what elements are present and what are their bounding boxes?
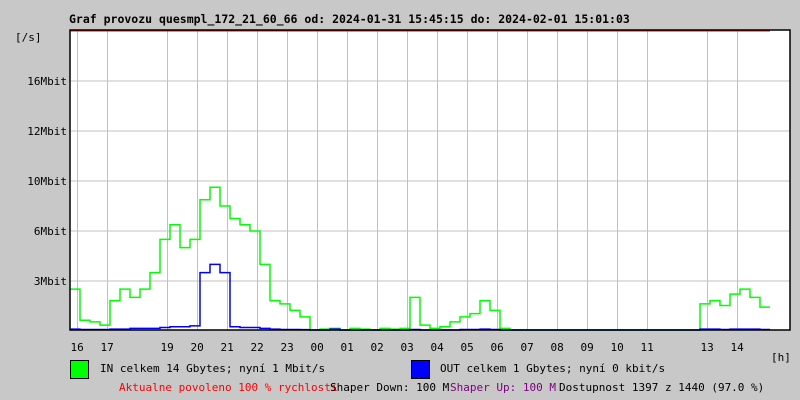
x-tick-label: 10 (610, 341, 624, 354)
plot-area (70, 30, 790, 330)
x-tick-label: 01 (340, 341, 354, 354)
legend-swatch-out (411, 360, 430, 379)
allowed-speed: Aktualne povoleno 100 % rychlosti (119, 381, 338, 394)
x-tick-label: 20 (190, 341, 204, 354)
x-tick-label: 19 (160, 341, 174, 354)
x-tick-label: 03 (400, 341, 414, 354)
x-tick-label: 04 (430, 341, 444, 354)
shaper-down: Shaper Down: 100 M (330, 381, 450, 394)
x-tick-label: 16 (70, 341, 84, 354)
x-tick-label: 23 (280, 341, 294, 354)
y-tick-label: 16Mbit (27, 75, 67, 88)
x-tick-label: 21 (220, 341, 234, 354)
x-tick-label: 02 (370, 341, 384, 354)
legend-swatch-in (70, 360, 89, 379)
x-tick-label: 08 (550, 341, 564, 354)
x-tick-label: 22 (250, 341, 264, 354)
legend-out: OUT celkem 1 Gbytes; nyní 0 kbit/s (440, 362, 666, 375)
traffic-chart (69, 29, 791, 331)
y-tick-label: 6Mbit (33, 225, 67, 238)
x-tick-label: 17 (100, 341, 114, 354)
y-tick-label: 10Mbit (27, 175, 67, 188)
x-tick-label: 14 (730, 341, 744, 354)
x-tick-label: 06 (490, 341, 504, 354)
availability: Dostupnost 1397 z 1440 (97.0 %) (559, 381, 765, 394)
legend-in: IN celkem 14 Gbytes; nyní 1 Mbit/s (100, 362, 326, 375)
x-tick-label: 11 (640, 341, 654, 354)
x-tick-label: 13 (700, 341, 714, 354)
x-tick-label: 05 (460, 341, 474, 354)
y-tick-label: 3Mbit (33, 275, 67, 288)
x-tick-label: 09 (580, 341, 594, 354)
y-tick-label: 12Mbit (27, 125, 67, 138)
shaper-up: Shaper Up: 100 M (450, 381, 556, 394)
x-tick-label: 07 (520, 341, 534, 354)
x-tick-label: 00 (310, 341, 324, 354)
